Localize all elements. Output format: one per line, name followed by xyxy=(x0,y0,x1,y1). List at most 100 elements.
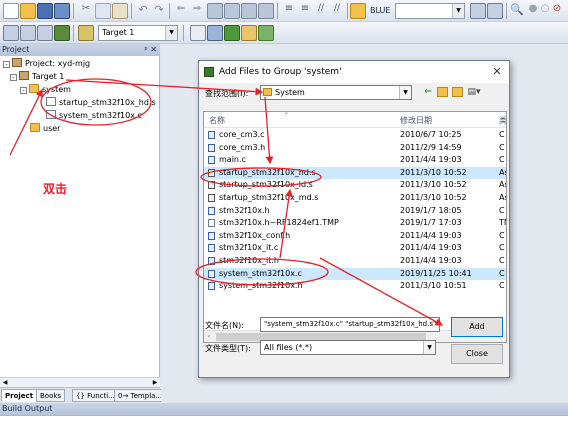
column-name[interactable]: 名称 xyxy=(209,115,225,126)
new-folder-icon[interactable] xyxy=(452,87,463,97)
bookmark-icon[interactable] xyxy=(207,3,223,19)
options-icon[interactable] xyxy=(190,25,206,41)
close-icon[interactable]: ✕ xyxy=(489,64,505,80)
back-icon[interactable]: ⇐ xyxy=(421,85,435,99)
double-click-annotation: 双击 xyxy=(43,182,68,196)
config-combo-label[interactable]: BLUE xyxy=(370,6,390,15)
view-menu-icon[interactable]: ▤▾ xyxy=(467,85,481,99)
file-row[interactable]: system_stm32f10x.h 2011/3/10 10:51 C xyxy=(204,280,506,292)
settings-icon[interactable] xyxy=(487,3,503,19)
panel-controls[interactable]: ᵖ ✕ xyxy=(144,44,157,56)
new-file-icon[interactable] xyxy=(3,3,19,19)
add-button[interactable]: Add xyxy=(451,317,503,337)
rte-icon[interactable] xyxy=(241,25,257,41)
paste-icon[interactable] xyxy=(112,3,128,19)
file-list[interactable]: 名称 ^ 修改日期 类 core_cm3.c 2010/6/7 10:25 Ccor… xyxy=(203,111,507,343)
project-hscrollbar[interactable]: ◀ ▶ xyxy=(0,377,160,387)
file-type: C xyxy=(499,281,505,291)
sort-caret-icon: ^ xyxy=(284,112,290,119)
look-in-combo[interactable]: System ▼ xyxy=(260,85,412,100)
translate-icon[interactable] xyxy=(3,25,19,41)
file-row[interactable]: startup_stm32f10x_md.s 2011/3/10 10:52 As xyxy=(204,192,506,204)
tree-target[interactable]: - Target 1 xyxy=(10,70,64,83)
unindent-icon[interactable]: ≡ xyxy=(297,3,313,19)
build-output-header: Build Output xyxy=(0,403,568,415)
project-panel: Project ᵖ ✕ - Project: xyd-mjg - Target 1 … xyxy=(0,44,167,402)
filetype-combo[interactable]: All files (*.*) ▼ xyxy=(260,340,436,355)
tree-project-root[interactable]: - Project: xyd-mjg xyxy=(3,57,90,70)
build-icon[interactable] xyxy=(20,25,36,41)
collapse-icon[interactable]: - xyxy=(10,74,17,81)
tree-project-label: Project: xyd-mjg xyxy=(25,59,91,68)
column-type[interactable]: 类 xyxy=(499,115,506,126)
tab-books[interactable]: Books xyxy=(36,389,66,402)
file-row[interactable]: core_cm3.c 2010/6/7 10:25 C xyxy=(204,129,506,141)
tree-group-user-label: user xyxy=(43,124,61,133)
undo-icon[interactable]: ↶ xyxy=(135,3,151,19)
comment-icon[interactable]: // xyxy=(313,3,329,19)
file-row[interactable]: stm32f10x.h 2019/1/7 18:05 C xyxy=(204,205,506,217)
file-row[interactable]: main.c 2011/4/4 19:03 C xyxy=(204,154,506,166)
stop-icon[interactable]: ⊘ xyxy=(549,3,565,19)
file-row[interactable]: startup_stm32f10x_ld.s 2011/3/10 10:52 As xyxy=(204,179,506,191)
nav-forward-icon[interactable]: ⇒ xyxy=(189,3,205,19)
find-in-files-icon[interactable] xyxy=(350,3,366,19)
tab-project[interactable]: Project xyxy=(1,389,38,402)
tab-templates[interactable]: 0→ Templa... xyxy=(114,389,167,402)
file-type: C xyxy=(499,205,505,215)
tree-file-system[interactable]: system_stm32f10x.c xyxy=(46,109,142,122)
tree-file-startup-label: startup_stm32f10x_hd.s xyxy=(59,98,156,107)
copy-icon[interactable] xyxy=(95,3,111,19)
file-row[interactable]: stm32f10x_conf.h 2011/4/4 19:03 C xyxy=(204,230,506,242)
file-row[interactable]: core_cm3.h 2011/2/9 14:59 C xyxy=(204,142,506,154)
debug-icon[interactable] xyxy=(470,3,486,19)
filename-input[interactable]: "system_stm32f10x.c" "startup_stm32f10x_… xyxy=(260,317,440,332)
column-date[interactable]: 修改日期 xyxy=(400,115,432,126)
multi-project-icon[interactable] xyxy=(258,25,274,41)
collapse-icon[interactable]: - xyxy=(3,61,10,68)
file-type: As xyxy=(499,193,506,202)
build-output-title: Build Output xyxy=(2,404,53,413)
tree-group-user[interactable]: user xyxy=(30,122,60,135)
indent-icon[interactable]: ≡ xyxy=(281,3,297,19)
save-all-icon[interactable] xyxy=(54,3,70,19)
file-row[interactable]: stm32f10x.h~RF1824ef1.TMP 2019/1/7 17:03 T… xyxy=(204,217,506,229)
scroll-left-icon[interactable]: ‹ xyxy=(204,331,214,342)
target-options-icon[interactable] xyxy=(78,25,94,41)
tab-functions[interactable]: {} Functi... xyxy=(72,389,119,402)
uncomment-icon[interactable]: // xyxy=(329,3,345,19)
tree-group-system[interactable]: - system xyxy=(20,83,71,96)
manage-components-icon[interactable] xyxy=(207,25,223,41)
zoom-icon[interactable]: 🔍 xyxy=(509,3,525,19)
config-combo[interactable]: ▼ xyxy=(395,3,465,19)
nav-back-icon[interactable]: ⇐ xyxy=(173,3,189,19)
file-row[interactable]: system_stm32f10x.c 2019/11/25 10:41 C xyxy=(204,267,506,280)
up-folder-icon[interactable] xyxy=(437,87,448,97)
open-folder-icon[interactable] xyxy=(20,3,36,19)
clear-bookmarks-icon[interactable] xyxy=(258,3,274,19)
file-type: C xyxy=(499,256,505,265)
toolbar-separator xyxy=(131,3,132,19)
file-row[interactable]: stm32f10x_it.c 2011/4/4 19:03 C xyxy=(204,242,506,254)
file-name: stm32f10x_it.h xyxy=(219,256,279,265)
file-date: 2019/1/7 18:05 xyxy=(400,205,462,215)
filetype-label: 文件类型(T): xyxy=(205,344,251,353)
file-row[interactable]: startup_stm32f10x_hd.s 2011/3/10 10:52 As xyxy=(204,166,506,179)
asm-file-icon xyxy=(208,194,215,202)
target-combo[interactable]: Target 1 ▼ xyxy=(98,25,178,41)
download-icon[interactable] xyxy=(54,25,70,41)
file-type: C xyxy=(499,142,505,152)
toolbar-separator xyxy=(347,3,348,19)
pack-installer-icon[interactable] xyxy=(224,25,240,41)
rebuild-icon[interactable] xyxy=(37,25,53,41)
save-icon[interactable] xyxy=(37,3,53,19)
tree-file-startup[interactable]: startup_stm32f10x_hd.s xyxy=(46,96,156,109)
file-row[interactable]: stm32f10x_it.h 2011/4/4 19:03 C xyxy=(204,255,506,267)
cut-icon[interactable]: ✂ xyxy=(78,3,94,19)
prev-bookmark-icon[interactable] xyxy=(224,3,240,19)
collapse-icon[interactable]: - xyxy=(20,87,27,94)
file-date: 2011/3/10 10:52 xyxy=(400,167,467,177)
next-bookmark-icon[interactable] xyxy=(241,3,257,19)
redo-icon[interactable]: ↷ xyxy=(151,3,167,19)
close-button[interactable]: Close xyxy=(451,344,503,364)
